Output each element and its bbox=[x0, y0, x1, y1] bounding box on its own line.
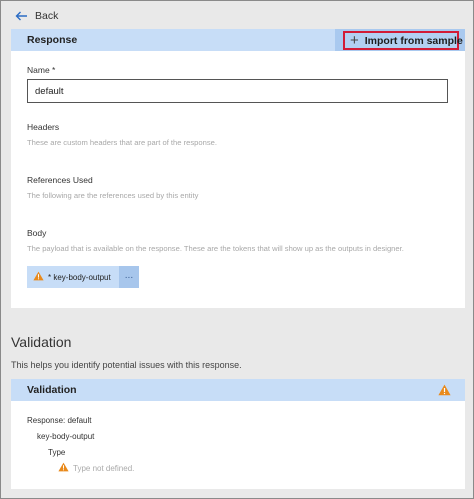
body-label: Body bbox=[27, 228, 47, 238]
warning-triangle-icon bbox=[33, 271, 44, 283]
name-input[interactable] bbox=[27, 79, 448, 103]
ellipsis-icon[interactable]: ··· bbox=[118, 266, 139, 288]
references-description: The following are the references used by… bbox=[27, 191, 199, 200]
headers-label: Headers bbox=[27, 122, 60, 132]
validation-tree-property: Type bbox=[48, 448, 66, 457]
response-section-header: Response + Import from sample bbox=[11, 29, 465, 51]
plus-icon: + bbox=[350, 32, 359, 49]
back-label: Back bbox=[35, 10, 59, 22]
validation-warning: Type not defined. bbox=[58, 462, 134, 474]
body-token-label: * key-body-output bbox=[48, 272, 111, 282]
validation-tree-child: key-body-output bbox=[37, 432, 95, 441]
validation-title: Validation bbox=[11, 334, 72, 350]
validation-section-header[interactable]: Validation bbox=[11, 379, 465, 401]
warning-triangle-icon bbox=[58, 462, 69, 474]
response-header-title: Response bbox=[27, 34, 78, 46]
validation-tree-root: Response: default bbox=[27, 416, 92, 425]
body-token-chip: * key-body-output ··· bbox=[27, 266, 139, 288]
import-button-label: Import from sample bbox=[364, 34, 463, 47]
validation-panel: Response: default key-body-output Type T… bbox=[11, 401, 465, 489]
warning-triangle-icon bbox=[438, 384, 451, 399]
name-label: Name * bbox=[27, 65, 56, 75]
body-description: The payload that is available on the res… bbox=[27, 244, 404, 253]
back-link[interactable]: Back bbox=[15, 7, 58, 25]
window-frame: Back Response + Import from sample Name … bbox=[0, 0, 474, 499]
validation-description: This helps you identify potential issues… bbox=[11, 360, 242, 370]
validation-warning-message: Type not defined. bbox=[73, 463, 135, 473]
references-label: References Used bbox=[27, 175, 93, 185]
validation-header-title: Validation bbox=[27, 384, 77, 396]
headers-description: These are custom headers that are part o… bbox=[27, 138, 217, 147]
response-panel: Name * Headers These are custom headers … bbox=[11, 51, 465, 308]
body-token[interactable]: * key-body-output bbox=[27, 266, 119, 288]
import-from-sample-button[interactable]: + Import from sample bbox=[343, 31, 463, 50]
arrow-left-icon bbox=[15, 11, 28, 21]
import-button-container: + Import from sample bbox=[335, 29, 465, 51]
